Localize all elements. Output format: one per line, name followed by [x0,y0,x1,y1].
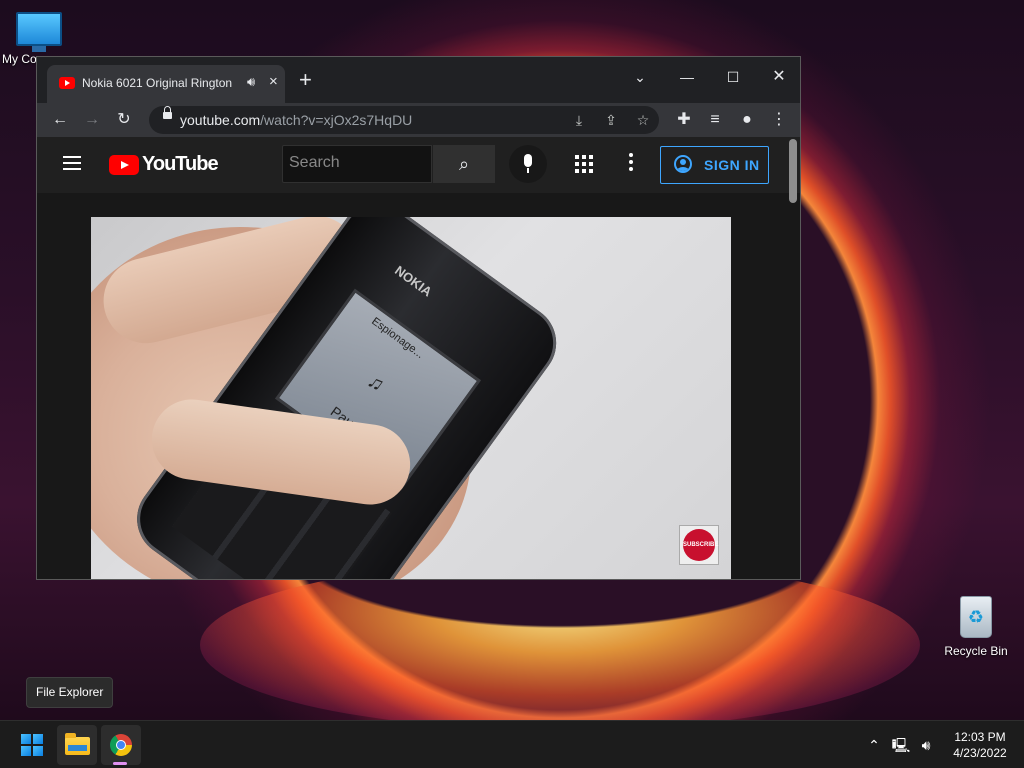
menu-kebab-icon[interactable]: ⋮ [768,109,790,131]
taskbar-file-explorer[interactable] [57,725,97,765]
url-host: youtube.com [180,112,261,128]
minimize-button[interactable]: — [664,63,710,91]
youtube-header: YouTube Search ⌕ SIGN IN [37,137,800,193]
start-button[interactable] [12,725,52,765]
microphone-icon [524,154,532,167]
youtube-page: YouTube Search ⌕ SIGN IN NOKIA Espionage… [37,137,800,579]
youtube-play-icon [109,155,139,175]
apps-grid-icon[interactable] [575,155,593,173]
desktop-icon-recycle-bin[interactable]: ♻ Recycle Bin [938,596,1014,658]
clock-time: 12:03 PM [954,730,1006,744]
taskbar-chrome[interactable] [101,725,141,765]
page-scrollbar[interactable] [789,139,797,203]
search-input[interactable]: Search [282,145,432,183]
url-text[interactable]: youtube.com/watch?v=xjOx2s7HqDU [180,112,412,128]
maximize-button[interactable]: ☐ [710,63,756,91]
running-indicator [113,762,127,765]
sign-in-button[interactable]: SIGN IN [660,146,769,184]
lock-icon[interactable] [163,106,172,119]
settings-kebab-icon[interactable] [629,153,633,173]
chrome-icon [110,734,132,756]
browser-tab[interactable]: Nokia 6021 Original Rington 🔊︎ × [47,65,285,103]
hamburger-menu-icon[interactable] [63,156,81,170]
extensions-icon[interactable]: ✚ [673,109,695,131]
address-bar[interactable]: youtube.com/watch?v=xjOx2s7HqDU ⤓ ⇪ ☆ [149,106,659,134]
subscribe-badge: SUBSCRIBE [683,529,718,561]
monitor-icon [16,12,62,52]
network-icon[interactable]: 🖳︎ [891,735,911,755]
taskbar: ⌃ 🖳︎ 🔊︎ 12:03 PM 4/23/2022 [0,720,1024,768]
voice-search-button[interactable] [509,145,547,183]
media-controls-icon[interactable]: ≡ [704,109,726,131]
browser-toolbar: ← → ↻ youtube.com/watch?v=xjOx2s7HqDU ⤓ … [37,103,800,137]
video-player[interactable]: NOKIA Espionage... ♫ Pause SUBSCRIBE [91,217,731,579]
search-button[interactable]: ⌕ [433,145,495,183]
speaker-icon[interactable]: 🔊︎ [247,74,255,90]
bookmark-star-icon[interactable]: ☆ [633,110,653,130]
desktop-icon-label: Recycle Bin [944,644,1008,658]
youtube-logo-text: YouTube [142,153,219,175]
clock-date: 4/23/2022 [953,746,1007,760]
close-button[interactable]: ✕ [756,63,800,91]
phone-screen-title: Espionage... [369,315,426,361]
share-icon[interactable]: ⇪ [601,110,621,130]
tab-close-button[interactable]: × [269,73,278,90]
search-icon: ⌕ [458,154,470,174]
sign-in-label: SIGN IN [704,157,760,173]
new-tab-button[interactable]: + [299,69,312,91]
music-note-icon: ♫ [363,369,389,397]
phone-brand: NOKIA [392,262,435,300]
install-app-icon[interactable]: ⤓ [569,110,589,130]
recycle-bin-icon: ♻ [960,596,992,638]
youtube-favicon-icon [59,77,75,89]
back-button[interactable]: ← [49,109,71,131]
folder-icon [65,733,90,755]
subscribe-watermark[interactable]: SUBSCRIBE [679,525,719,565]
url-path: /watch?v=xjOx2s7HqDU [260,112,413,128]
chrome-window: Nokia 6021 Original Rington 🔊︎ × + ⌄ — ☐… [36,56,801,580]
tab-search-button[interactable]: ⌄ [617,63,663,91]
system-clock[interactable]: 12:03 PM 4/23/2022 [944,729,1016,761]
title-bar: Nokia 6021 Original Rington 🔊︎ × + ⌄ — ☐… [37,57,800,103]
windows-logo-icon [21,734,43,756]
reload-button[interactable]: ↻ [113,109,135,131]
user-icon [674,155,692,173]
tab-title: Nokia 6021 Original Rington [82,76,233,90]
profile-icon[interactable]: ● [736,109,758,131]
volume-icon[interactable]: 🔊︎ [916,735,936,755]
file-explorer-tooltip: File Explorer [26,677,114,708]
forward-button[interactable]: → [81,109,103,131]
show-hidden-icons-chevron-icon[interactable]: ⌃ [864,735,884,755]
